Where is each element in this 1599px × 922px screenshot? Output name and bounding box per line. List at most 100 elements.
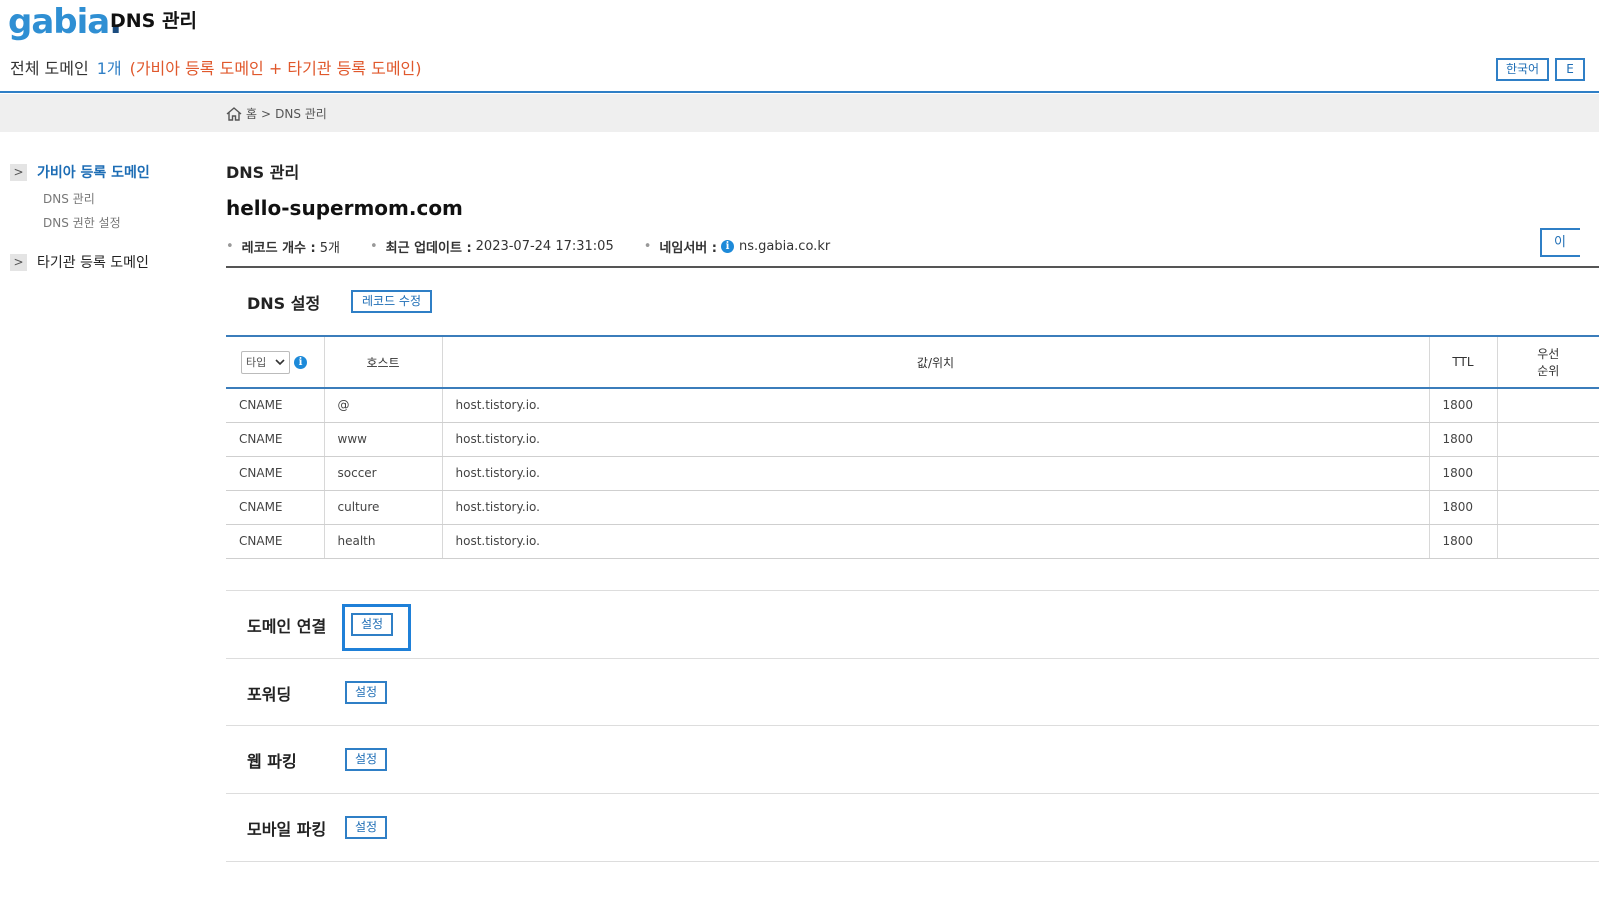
domain-name: hello-supermom.com xyxy=(226,196,463,220)
cell-value: host.tistory.io. xyxy=(442,490,1430,525)
chevron-down-icon xyxy=(275,358,285,365)
cell-host: health xyxy=(324,524,443,559)
section-forwarding-label: 포워딩 xyxy=(247,685,292,704)
section-divider xyxy=(226,590,1599,591)
gabia-logo[interactable]: gabia. xyxy=(8,2,122,42)
summary-description: (가비아 등록 도메인 + 타기관 등록 도메인) xyxy=(129,59,422,78)
edit-records-button[interactable]: 레코드 수정 xyxy=(351,290,432,313)
cell-ttl: 1800 xyxy=(1429,422,1498,457)
table-row: CNAME culture host.tistory.io. 1800 xyxy=(226,490,1599,525)
meta-record-count: • 레코드 개수 : 5개 xyxy=(226,237,340,256)
breadcrumb-bar: 홈 > DNS 관리 xyxy=(0,94,1599,132)
chevron-right-icon: > xyxy=(10,163,27,181)
priority-line-2: 순위 xyxy=(1537,364,1560,378)
table-row: CNAME www host.tistory.io. 1800 xyxy=(226,422,1599,457)
bullet: • xyxy=(226,239,234,254)
page-title: DNS 관리 xyxy=(226,163,300,182)
meta-value: 2023-07-24 17:31:05 xyxy=(475,239,614,254)
sidebar-item-gabia-domains[interactable]: > 가비아 등록 도메인 xyxy=(10,162,150,182)
section-divider xyxy=(226,725,1599,726)
language-english-button[interactable]: E xyxy=(1555,58,1585,81)
column-header-ttl: TTL xyxy=(1429,335,1498,389)
meta-label: 레코드 개수 : xyxy=(241,241,316,256)
breadcrumb-separator: > xyxy=(261,106,272,121)
table-header-row: 타입 i 호스트 값/위치 TTL 우선순위 xyxy=(226,335,1599,389)
breadcrumb-current: DNS 관리 xyxy=(275,107,327,121)
forwarding-settings-button[interactable]: 설정 xyxy=(345,681,387,704)
cell-type: CNAME xyxy=(226,456,325,491)
cell-priority xyxy=(1497,490,1599,525)
section-divider xyxy=(226,658,1599,659)
mobile-parking-settings-button[interactable]: 설정 xyxy=(345,816,387,839)
dns-setting-title: DNS 설정 xyxy=(247,294,321,313)
language-korean-button[interactable]: 한국어 xyxy=(1496,58,1549,81)
bullet: • xyxy=(643,239,652,254)
column-header-value: 값/위치 xyxy=(442,335,1430,389)
domain-connect-settings-button[interactable]: 설정 xyxy=(351,613,393,636)
summary-label: 전체 도메인 xyxy=(10,59,89,78)
domain-meta: • 레코드 개수 : 5개 • 최근 업데이트 : 2023-07-24 17:… xyxy=(226,237,860,256)
cell-priority xyxy=(1497,524,1599,559)
domain-summary: 전체 도메인 1개 (가비아 등록 도메인 + 타기관 등록 도메인) xyxy=(10,55,422,79)
type-select-value: 타입 xyxy=(246,356,267,369)
cell-priority xyxy=(1497,456,1599,491)
sidebar-item-other-domains[interactable]: > 타기관 등록 도메인 xyxy=(10,252,149,272)
sidebar-item-label: 가비아 등록 도메인 xyxy=(37,165,150,181)
column-header-host: 호스트 xyxy=(324,335,443,389)
table-row: CNAME soccer host.tistory.io. 1800 xyxy=(226,456,1599,491)
chevron-right-icon: > xyxy=(10,253,27,271)
info-icon[interactable]: i xyxy=(720,240,734,253)
cell-type: CNAME xyxy=(226,388,325,423)
home-icon[interactable] xyxy=(226,106,242,121)
column-header-priority: 우선순위 xyxy=(1497,335,1599,389)
bullet: • xyxy=(369,239,378,254)
section-domain-connect-label: 도메인 연결 xyxy=(247,617,327,636)
cell-value: host.tistory.io. xyxy=(442,388,1430,423)
sidebar-item-label: 타기관 등록 도메인 xyxy=(37,255,149,271)
web-parking-settings-button[interactable]: 설정 xyxy=(345,748,387,771)
cell-ttl: 1800 xyxy=(1429,456,1498,491)
cell-value: host.tistory.io. xyxy=(442,422,1430,457)
top-header: gabia. DNS 관리 전체 도메인 1개 (가비아 등록 도메인 + 타기관 … xyxy=(0,0,1599,93)
section-web-parking-label: 웹 파킹 xyxy=(247,752,297,771)
app-title: DNS 관리 xyxy=(110,10,197,32)
section-mobile-parking-label: 모바일 파킹 xyxy=(247,820,327,839)
cell-host: soccer xyxy=(324,456,443,491)
table-row: CNAME health host.tistory.io. 1800 xyxy=(226,524,1599,559)
cell-value: host.tistory.io. xyxy=(442,524,1430,559)
breadcrumb: 홈 > DNS 관리 xyxy=(226,105,327,122)
cell-ttl: 1800 xyxy=(1429,524,1498,559)
meta-label: 네임서버 : xyxy=(659,241,717,256)
priority-line-1: 우선 xyxy=(1537,347,1560,361)
cell-host: culture xyxy=(324,490,443,525)
cell-type: CNAME xyxy=(226,422,325,457)
cell-value: host.tistory.io. xyxy=(442,456,1430,491)
sidebar-sub-dns-permission[interactable]: DNS 권한 설정 xyxy=(43,214,121,231)
cell-priority xyxy=(1497,388,1599,423)
section-divider xyxy=(226,793,1599,794)
cell-type: CNAME xyxy=(226,524,325,559)
move-button[interactable]: 이 xyxy=(1540,228,1580,257)
cell-type: CNAME xyxy=(226,490,325,525)
breadcrumb-home[interactable]: 홈 xyxy=(246,105,257,122)
info-icon[interactable]: i xyxy=(294,355,307,369)
cell-ttl: 1800 xyxy=(1429,490,1498,525)
meta-label: 최근 업데이트 : xyxy=(385,241,472,256)
dns-records-table: 타입 i 호스트 값/위치 TTL 우선순위 CNAME @ host.tisto… xyxy=(226,335,1599,559)
section-divider xyxy=(226,861,1599,862)
table-row: CNAME @ host.tistory.io. 1800 xyxy=(226,388,1599,423)
cell-host: @ xyxy=(324,388,443,423)
meta-value: 5개 xyxy=(319,241,340,256)
cell-host: www xyxy=(324,422,443,457)
logo-text: gabia xyxy=(8,2,110,42)
column-header-type: 타입 i xyxy=(226,335,325,389)
sidebar-sub-dns-management[interactable]: DNS 관리 xyxy=(43,190,95,207)
cell-ttl: 1800 xyxy=(1429,388,1498,423)
meta-last-updated: • 최근 업데이트 : 2023-07-24 17:31:05 xyxy=(370,237,614,256)
divider xyxy=(226,266,1599,268)
meta-value: ns.gabia.co.kr xyxy=(738,239,831,254)
summary-count[interactable]: 1개 xyxy=(97,59,122,78)
cell-priority xyxy=(1497,422,1599,457)
type-filter-select[interactable]: 타입 xyxy=(241,350,290,374)
meta-nameserver: • 네임서버 : i ns.gabia.co.kr xyxy=(644,237,830,256)
